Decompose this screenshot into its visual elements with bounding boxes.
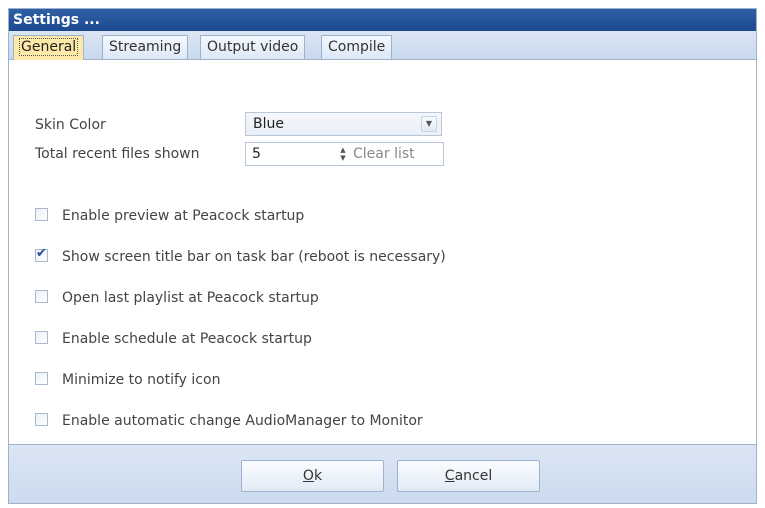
checkbox[interactable] [35,290,48,303]
checkbox[interactable] [35,372,48,385]
cancel-button[interactable]: Cancel [397,460,540,492]
skin-color-select[interactable]: Blue ▼ [245,112,442,136]
recent-files-label: Total recent files shown [35,146,200,162]
settings-dialog: Settings ... General Streaming Output vi… [8,8,757,504]
skin-color-label: Skin Color [35,117,106,133]
recent-files-value[interactable]: 5 [252,143,261,165]
tab-strip: General Streaming Output video Compile [9,31,756,60]
tab-streaming[interactable]: Streaming [102,35,189,59]
clear-list-button[interactable]: Clear list [353,143,415,165]
tab-compile[interactable]: Compile [321,35,393,59]
checkmark-icon: ✔ [36,246,47,261]
option-label: Enable automatic change AudioManager to … [62,413,423,429]
tab-output-video[interactable]: Output video [200,35,306,59]
dialog-footer: Ok Cancel [9,444,756,503]
checkbox[interactable] [35,208,48,221]
checkbox[interactable] [35,331,48,344]
recent-files-stepper[interactable]: 5 ▲ ▼ Clear list [245,142,444,166]
dropdown-arrow-icon[interactable]: ▼ [421,116,437,132]
spin-arrows-icon[interactable]: ▲ ▼ [337,146,349,162]
checkbox[interactable] [35,413,48,426]
option-label: Enable schedule at Peacock startup [62,331,312,347]
checkbox[interactable]: ✔ [35,246,48,262]
general-panel: Skin Color Blue ▼ Total recent files sho… [9,60,756,444]
option-label: Show screen title bar on task bar (reboo… [62,249,446,265]
skin-color-value: Blue [253,116,284,132]
tab-general[interactable]: General [13,35,85,60]
ok-button[interactable]: Ok [241,460,384,492]
option-label: Enable preview at Peacock startup [62,208,305,224]
option-label: Minimize to notify icon [62,372,221,388]
dialog-title: Settings ... [9,9,756,31]
option-label: Open last playlist at Peacock startup [62,290,319,306]
